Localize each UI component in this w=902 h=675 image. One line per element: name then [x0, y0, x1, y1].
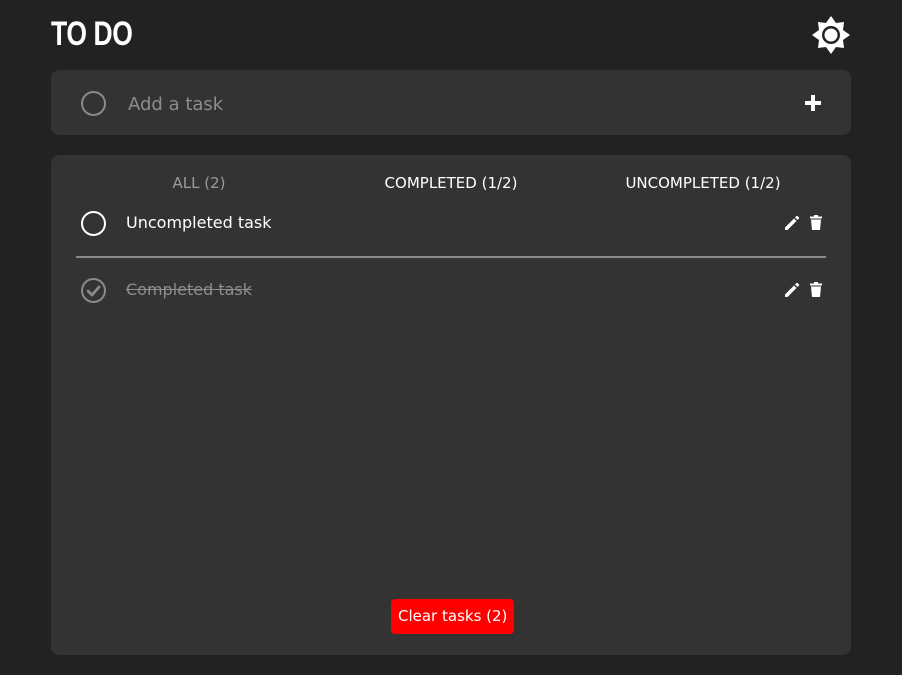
add-task-bar — [51, 70, 851, 135]
theme-toggle-button[interactable] — [811, 15, 851, 55]
task-panel: ALL (2) COMPLETED (1/2) UNCOMPLETED (1/2… — [51, 155, 851, 655]
task-actions — [766, 213, 826, 233]
todo-app: TO DO ALL (2) COMPLETED (1/2) UNCOMPLETE… — [0, 0, 902, 675]
edit-task-button[interactable] — [782, 213, 802, 233]
app-title: TO DO — [51, 15, 133, 53]
task-label: Uncompleted task — [126, 213, 272, 232]
plus-icon — [805, 95, 821, 111]
delete-task-button[interactable] — [806, 280, 826, 300]
tab-all[interactable]: ALL (2) — [173, 172, 226, 194]
task-label: Completed task — [126, 280, 253, 299]
task-checkbox-checked[interactable] — [81, 278, 106, 303]
add-task-button[interactable] — [801, 91, 825, 115]
task-checkbox[interactable] — [81, 211, 106, 236]
task-row: Uncompleted task — [76, 203, 826, 243]
add-task-input[interactable] — [126, 88, 750, 120]
tab-uncompleted[interactable]: UNCOMPLETED (1/2) — [625, 172, 780, 194]
task-actions — [766, 280, 826, 300]
task-row: Completed task — [76, 270, 826, 310]
check-icon — [86, 285, 101, 297]
sun-icon — [812, 16, 850, 54]
add-task-circle-icon — [81, 91, 106, 116]
task-divider — [76, 256, 826, 258]
tab-completed[interactable]: COMPLETED (1/2) — [385, 172, 518, 194]
trash-icon — [810, 215, 822, 230]
filter-tabs: ALL (2) COMPLETED (1/2) UNCOMPLETED (1/2… — [51, 172, 851, 196]
header: TO DO — [51, 12, 851, 58]
clear-tasks-button[interactable]: Clear tasks (2) — [391, 599, 515, 634]
pencil-icon — [785, 215, 800, 230]
trash-icon — [810, 282, 822, 297]
edit-task-button[interactable] — [782, 280, 802, 300]
delete-task-button[interactable] — [806, 213, 826, 233]
pencil-icon — [785, 282, 800, 297]
